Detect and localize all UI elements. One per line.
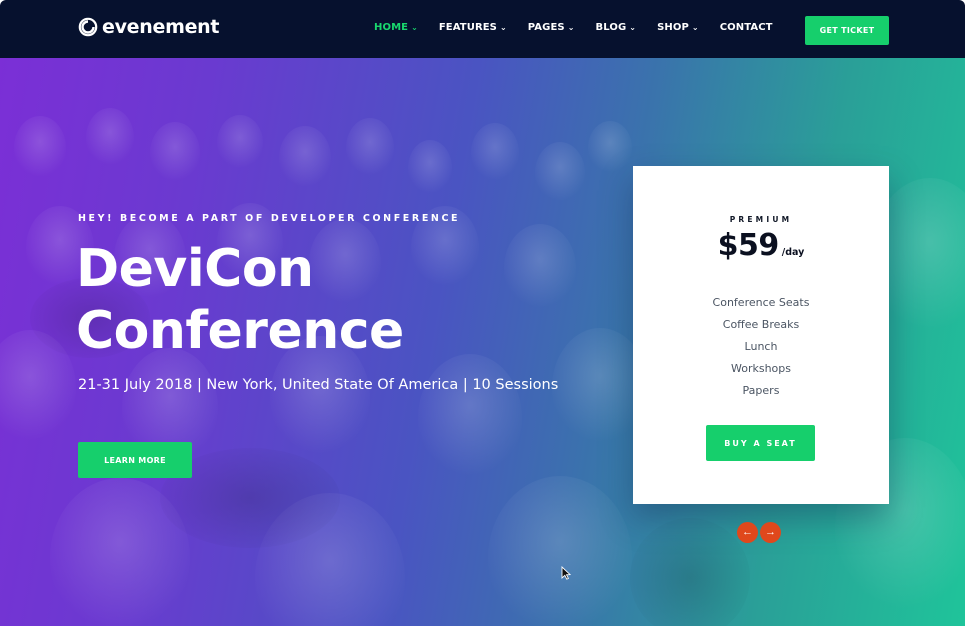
- nav-label: CONTACT: [719, 22, 773, 33]
- nav-features[interactable]: FEATURES ⌄: [439, 22, 507, 33]
- chevron-down-icon: ⌄: [499, 22, 507, 32]
- nav-contact[interactable]: CONTACT: [720, 22, 773, 33]
- pricing-card: PREMIUM $59 /day Conference Seats Coffee…: [633, 166, 889, 504]
- mouse-cursor-icon: [561, 566, 571, 580]
- nav-shop[interactable]: SHOP ⌄: [657, 22, 699, 33]
- slider-next-button[interactable]: →: [760, 522, 781, 543]
- nav-label: FEATURES: [438, 22, 497, 33]
- plan-name: PREMIUM: [729, 215, 793, 224]
- hero-title-line-2: Conference: [76, 301, 404, 361]
- arrow-right-icon: →: [765, 526, 776, 538]
- nav-label: BLOG: [595, 22, 627, 33]
- price-row: $59 /day: [633, 228, 889, 263]
- chevron-down-icon: ⌄: [411, 22, 418, 32]
- logo-icon: [78, 17, 98, 37]
- get-ticket-button[interactable]: GET TICKET: [805, 16, 889, 45]
- logo-text: evenement: [102, 16, 220, 38]
- slider-prev-button[interactable]: ←: [737, 522, 758, 543]
- price-amount: $59: [717, 228, 780, 263]
- chevron-down-icon: ⌄: [567, 22, 575, 32]
- hero-subtitle: 21-31 July 2018 | New York, United State…: [78, 377, 559, 393]
- top-navbar: evenement HOME ⌄ FEATURES ⌄ PAGES ⌄ BLOG…: [0, 0, 965, 58]
- feature-item: Papers: [742, 384, 780, 397]
- nav-home[interactable]: HOME ⌄: [374, 22, 418, 33]
- arrow-left-icon: ←: [742, 526, 753, 538]
- site-logo[interactable]: evenement: [78, 16, 219, 38]
- nav-pages[interactable]: PAGES ⌄: [528, 22, 575, 33]
- feature-item: Lunch: [744, 340, 778, 353]
- main-nav: HOME ⌄ FEATURES ⌄ PAGES ⌄ BLOG ⌄ SHOP ⌄ …: [374, 22, 773, 33]
- chevron-down-icon: ⌄: [629, 22, 637, 32]
- learn-more-button[interactable]: LEARN MORE: [78, 442, 192, 478]
- nav-label: HOME: [374, 22, 409, 33]
- feature-list: Conference Seats Coffee Breaks Lunch Wor…: [633, 292, 889, 402]
- nav-label: SHOP: [657, 22, 689, 33]
- hero-title-line-1: DeviCon: [76, 239, 314, 299]
- page: evenement HOME ⌄ FEATURES ⌄ PAGES ⌄ BLOG…: [0, 0, 965, 633]
- nav-label: PAGES: [527, 22, 565, 33]
- price-period: /day: [781, 247, 805, 258]
- feature-item: Conference Seats: [712, 296, 810, 309]
- nav-blog[interactable]: BLOG ⌄: [596, 22, 637, 33]
- feature-item: Workshops: [730, 362, 791, 375]
- chevron-down-icon: ⌄: [691, 22, 699, 32]
- buy-seat-button[interactable]: BUY A SEAT: [706, 425, 815, 461]
- feature-item: Coffee Breaks: [722, 318, 800, 331]
- hero-section: HEY! BECOME A PART OF DEVELOPER CONFEREN…: [0, 58, 965, 626]
- hero-title: DeviCon Conference: [76, 238, 496, 362]
- hero-kicker: HEY! BECOME A PART OF DEVELOPER CONFEREN…: [78, 213, 461, 224]
